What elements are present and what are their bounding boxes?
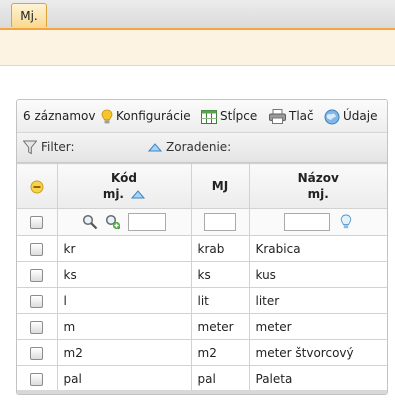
table-row[interactable]: ks ks kus [17,261,387,288]
row-select-cell [17,313,58,340]
cell-kod: ks [56,261,192,288]
grid-panel: 6 záznamov Konfigurácie Stĺpce Tlač Údaj… [16,99,388,395]
row-checkbox[interactable] [30,346,44,360]
row-select-cell [17,365,58,392]
select-toggle-icon [30,180,44,193]
cell-mj: pal [190,365,250,392]
sort-label: Zoradenie: [166,140,232,154]
row-checkbox[interactable] [30,320,44,334]
row-select-cell [17,261,58,288]
sort-ascending-icon [131,190,146,199]
cell-nazov: Paleta [248,365,387,392]
grid-toolbar: 6 záznamov Konfigurácie Stĺpce Tlač Údaj… [17,100,387,133]
column-header-kod-line2: mj. [102,187,124,201]
cell-kod: m [56,313,192,340]
data-globe-icon [324,109,340,124]
filter-select-checkbox[interactable] [30,216,44,229]
filter-mj-input[interactable] [204,213,236,231]
column-header-kod[interactable]: Kód mj. [56,163,192,209]
filter-select-cell [17,208,58,236]
column-header-kod-line1: Kód [111,171,137,185]
column-header-nazov-line1: Názov [297,171,339,185]
cell-mj: ks [190,261,250,288]
cell-mj: meter [190,313,250,340]
row-checkbox[interactable] [30,268,44,282]
filter-kod-input[interactable] [127,213,166,231]
filter-bar: Filter: Zoradenie: [17,133,387,163]
hint-bulb-icon[interactable] [340,214,352,230]
search-icon[interactable] [82,214,98,230]
horizontal-scrollbar[interactable] [17,390,387,394]
config-bulb-icon [101,109,113,123]
tab-content-bar [0,28,395,66]
data-label: Údaje [343,109,378,123]
table-row[interactable]: m2 m2 meter štvorcový [17,339,387,366]
tab-mj[interactable]: Mj. [11,3,47,27]
columns-icon [201,109,217,124]
table-row[interactable]: l lit liter [17,287,387,314]
printer-icon [269,109,286,124]
sort-control[interactable]: Zoradenie: [148,133,231,162]
data-button[interactable]: Údaje [324,100,377,132]
print-label: Tlač [289,109,314,123]
column-header-nazov[interactable]: Názov mj. [248,163,387,209]
cell-kod: m2 [56,339,192,366]
column-header-nazov-line2: mj. [307,187,329,201]
tab-strip: Mj. [0,0,395,29]
table-row[interactable]: kr krab Krabica [17,235,387,262]
filter-kod-cell [56,208,192,236]
record-count: 6 záznamov [23,109,96,123]
filter-mj-cell [190,208,250,236]
config-label: Konfigurácie [116,109,191,123]
column-header-mj-line1: MJ [211,179,229,193]
cell-mj: lit [190,287,250,314]
data-grid: Kód mj. MJ Názov mj. kr krab Krabica ks … [17,163,387,392]
cell-mj: krab [190,235,250,262]
columns-label: Stĺpce [220,109,258,123]
cell-mj: m2 [190,339,250,366]
filter-label: Filter: [41,140,75,154]
cell-nazov: liter [248,287,387,314]
cell-kod: kr [56,235,192,262]
row-select-cell [17,235,58,262]
table-row[interactable]: pal pal Paleta [17,365,387,392]
sort-ascending-icon [148,143,162,152]
search-add-icon[interactable] [105,214,121,230]
cell-nazov: kus [248,261,387,288]
config-button[interactable]: Konfigurácie [101,100,191,132]
cell-kod: l [56,287,192,314]
row-checkbox[interactable] [30,372,44,386]
table-row[interactable]: m meter meter [17,313,387,340]
cell-nazov: Krabica [248,235,387,262]
column-header-mj[interactable]: MJ [190,163,250,209]
header-row: Kód mj. MJ Názov mj. [17,163,387,209]
cell-kod: pal [56,365,192,392]
row-checkbox[interactable] [30,294,44,308]
select-all-header[interactable] [17,163,58,209]
filter-row [17,208,387,236]
filter-nazov-input[interactable] [284,213,331,231]
row-select-cell [17,339,58,366]
cell-nazov: meter [248,313,387,340]
filter-control[interactable]: Filter: [23,133,75,162]
row-checkbox[interactable] [30,242,44,256]
cell-nazov: meter štvorcový [248,339,387,366]
columns-button[interactable]: Stĺpce [201,100,257,132]
funnel-icon [23,140,37,155]
row-select-cell [17,287,58,314]
filter-nazov-cell [248,208,387,236]
print-button[interactable]: Tlač [269,100,314,132]
